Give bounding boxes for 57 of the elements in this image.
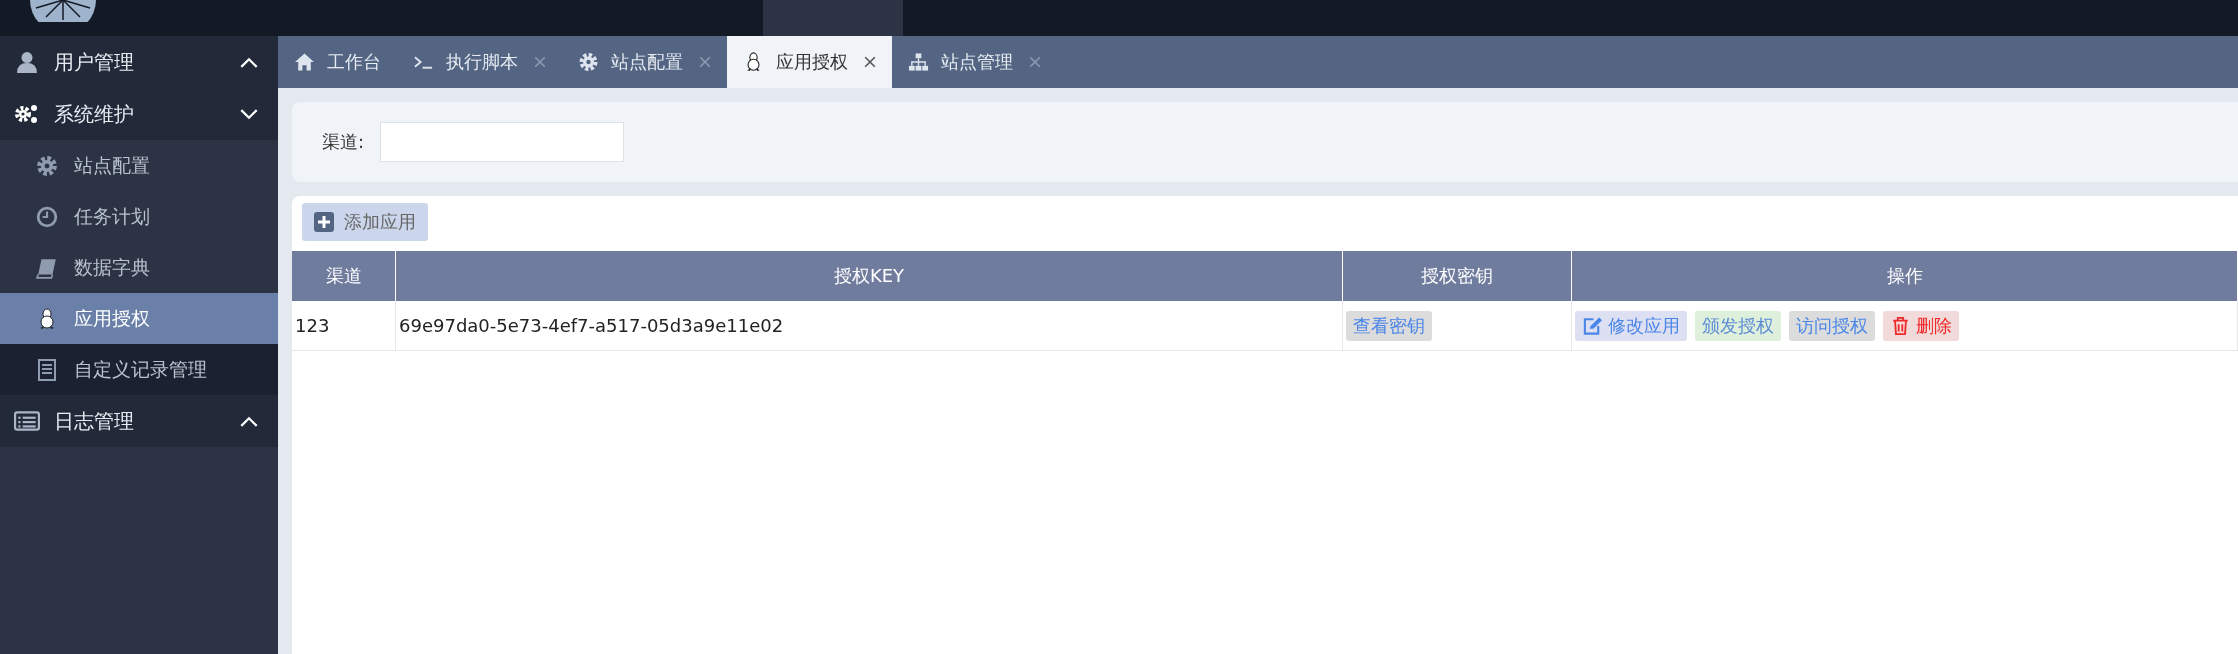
tab[interactable]: 站点配置 (562, 36, 727, 88)
channel-input[interactable] (380, 122, 625, 162)
tab-label: 应用授权 (776, 50, 848, 74)
table-cell: 123 (292, 301, 396, 351)
tab[interactable]: 应用授权 (727, 36, 892, 88)
sidebar-item[interactable]: 站点配置 (0, 140, 278, 191)
tab[interactable]: 站点管理 (892, 36, 1057, 88)
action-button[interactable]: 颁发授权 (1695, 310, 1781, 341)
tab[interactable]: 工作台 (278, 36, 397, 88)
edit-icon (1582, 315, 1603, 336)
add-button[interactable]: 添加应用 (302, 203, 428, 241)
column-header: 授权密钥 (1342, 251, 1572, 301)
action-button[interactable]: 修改应用 (1575, 310, 1687, 341)
item-label: 数据字典 (74, 254, 150, 280)
sidebar-item[interactable]: 数据字典 (0, 242, 278, 293)
view-secret-button[interactable]: 查看密钥 (1346, 310, 1432, 341)
column-header: 操作 (1571, 251, 2238, 301)
sidebar-group[interactable]: 系统维护 (0, 88, 278, 140)
tab-label: 站点管理 (941, 50, 1013, 74)
group-label: 系统维护 (54, 100, 135, 128)
action-button[interactable]: 删除 (1883, 310, 1959, 341)
book-icon (36, 256, 58, 279)
clock-icon (36, 205, 58, 228)
chevron-up-icon (240, 415, 258, 427)
sidebar-item[interactable]: 自定义记录管理 (0, 344, 278, 395)
sitemap-icon (908, 52, 929, 72)
column-header: 渠道 (292, 251, 396, 301)
gears-icon (14, 103, 40, 125)
item-label: 自定义记录管理 (74, 356, 207, 382)
group-label: 用户管理 (54, 48, 135, 76)
sidebar-item[interactable]: 应用授权 (0, 293, 278, 344)
chevron-up-icon (240, 56, 258, 68)
item-label: 任务计划 (74, 203, 150, 229)
tab-label: 执行脚本 (446, 50, 518, 74)
plus-icon (314, 212, 334, 232)
tab-label: 工作台 (327, 50, 381, 74)
home-icon (294, 52, 315, 72)
gear-icon (578, 52, 599, 72)
tab-label: 站点配置 (611, 50, 683, 74)
item-label: 应用授权 (74, 305, 150, 331)
sidebar-group[interactable]: 日志管理 (0, 395, 278, 447)
chevron-down-icon (240, 108, 258, 120)
user-icon (14, 51, 40, 73)
gear-icon (36, 154, 58, 177)
trash-icon (1890, 315, 1911, 336)
table-cell: 69e97da0-5e73-4ef7-a517-05d3a9e11e02 (395, 301, 1343, 351)
group-label: 日志管理 (54, 407, 135, 435)
document-icon (36, 358, 58, 381)
sidebar-group[interactable]: 用户管理 (0, 36, 278, 88)
list-icon (14, 410, 40, 432)
tab[interactable]: 执行脚本 (397, 36, 562, 88)
action-button[interactable]: 访问授权 (1789, 310, 1875, 341)
field-label: 渠道: (322, 130, 365, 154)
column-header: 授权KEY (395, 251, 1343, 301)
sidebar-item[interactable]: 任务计划 (0, 191, 278, 242)
close-icon[interactable] (864, 56, 876, 68)
item-label: 站点配置 (74, 152, 150, 178)
